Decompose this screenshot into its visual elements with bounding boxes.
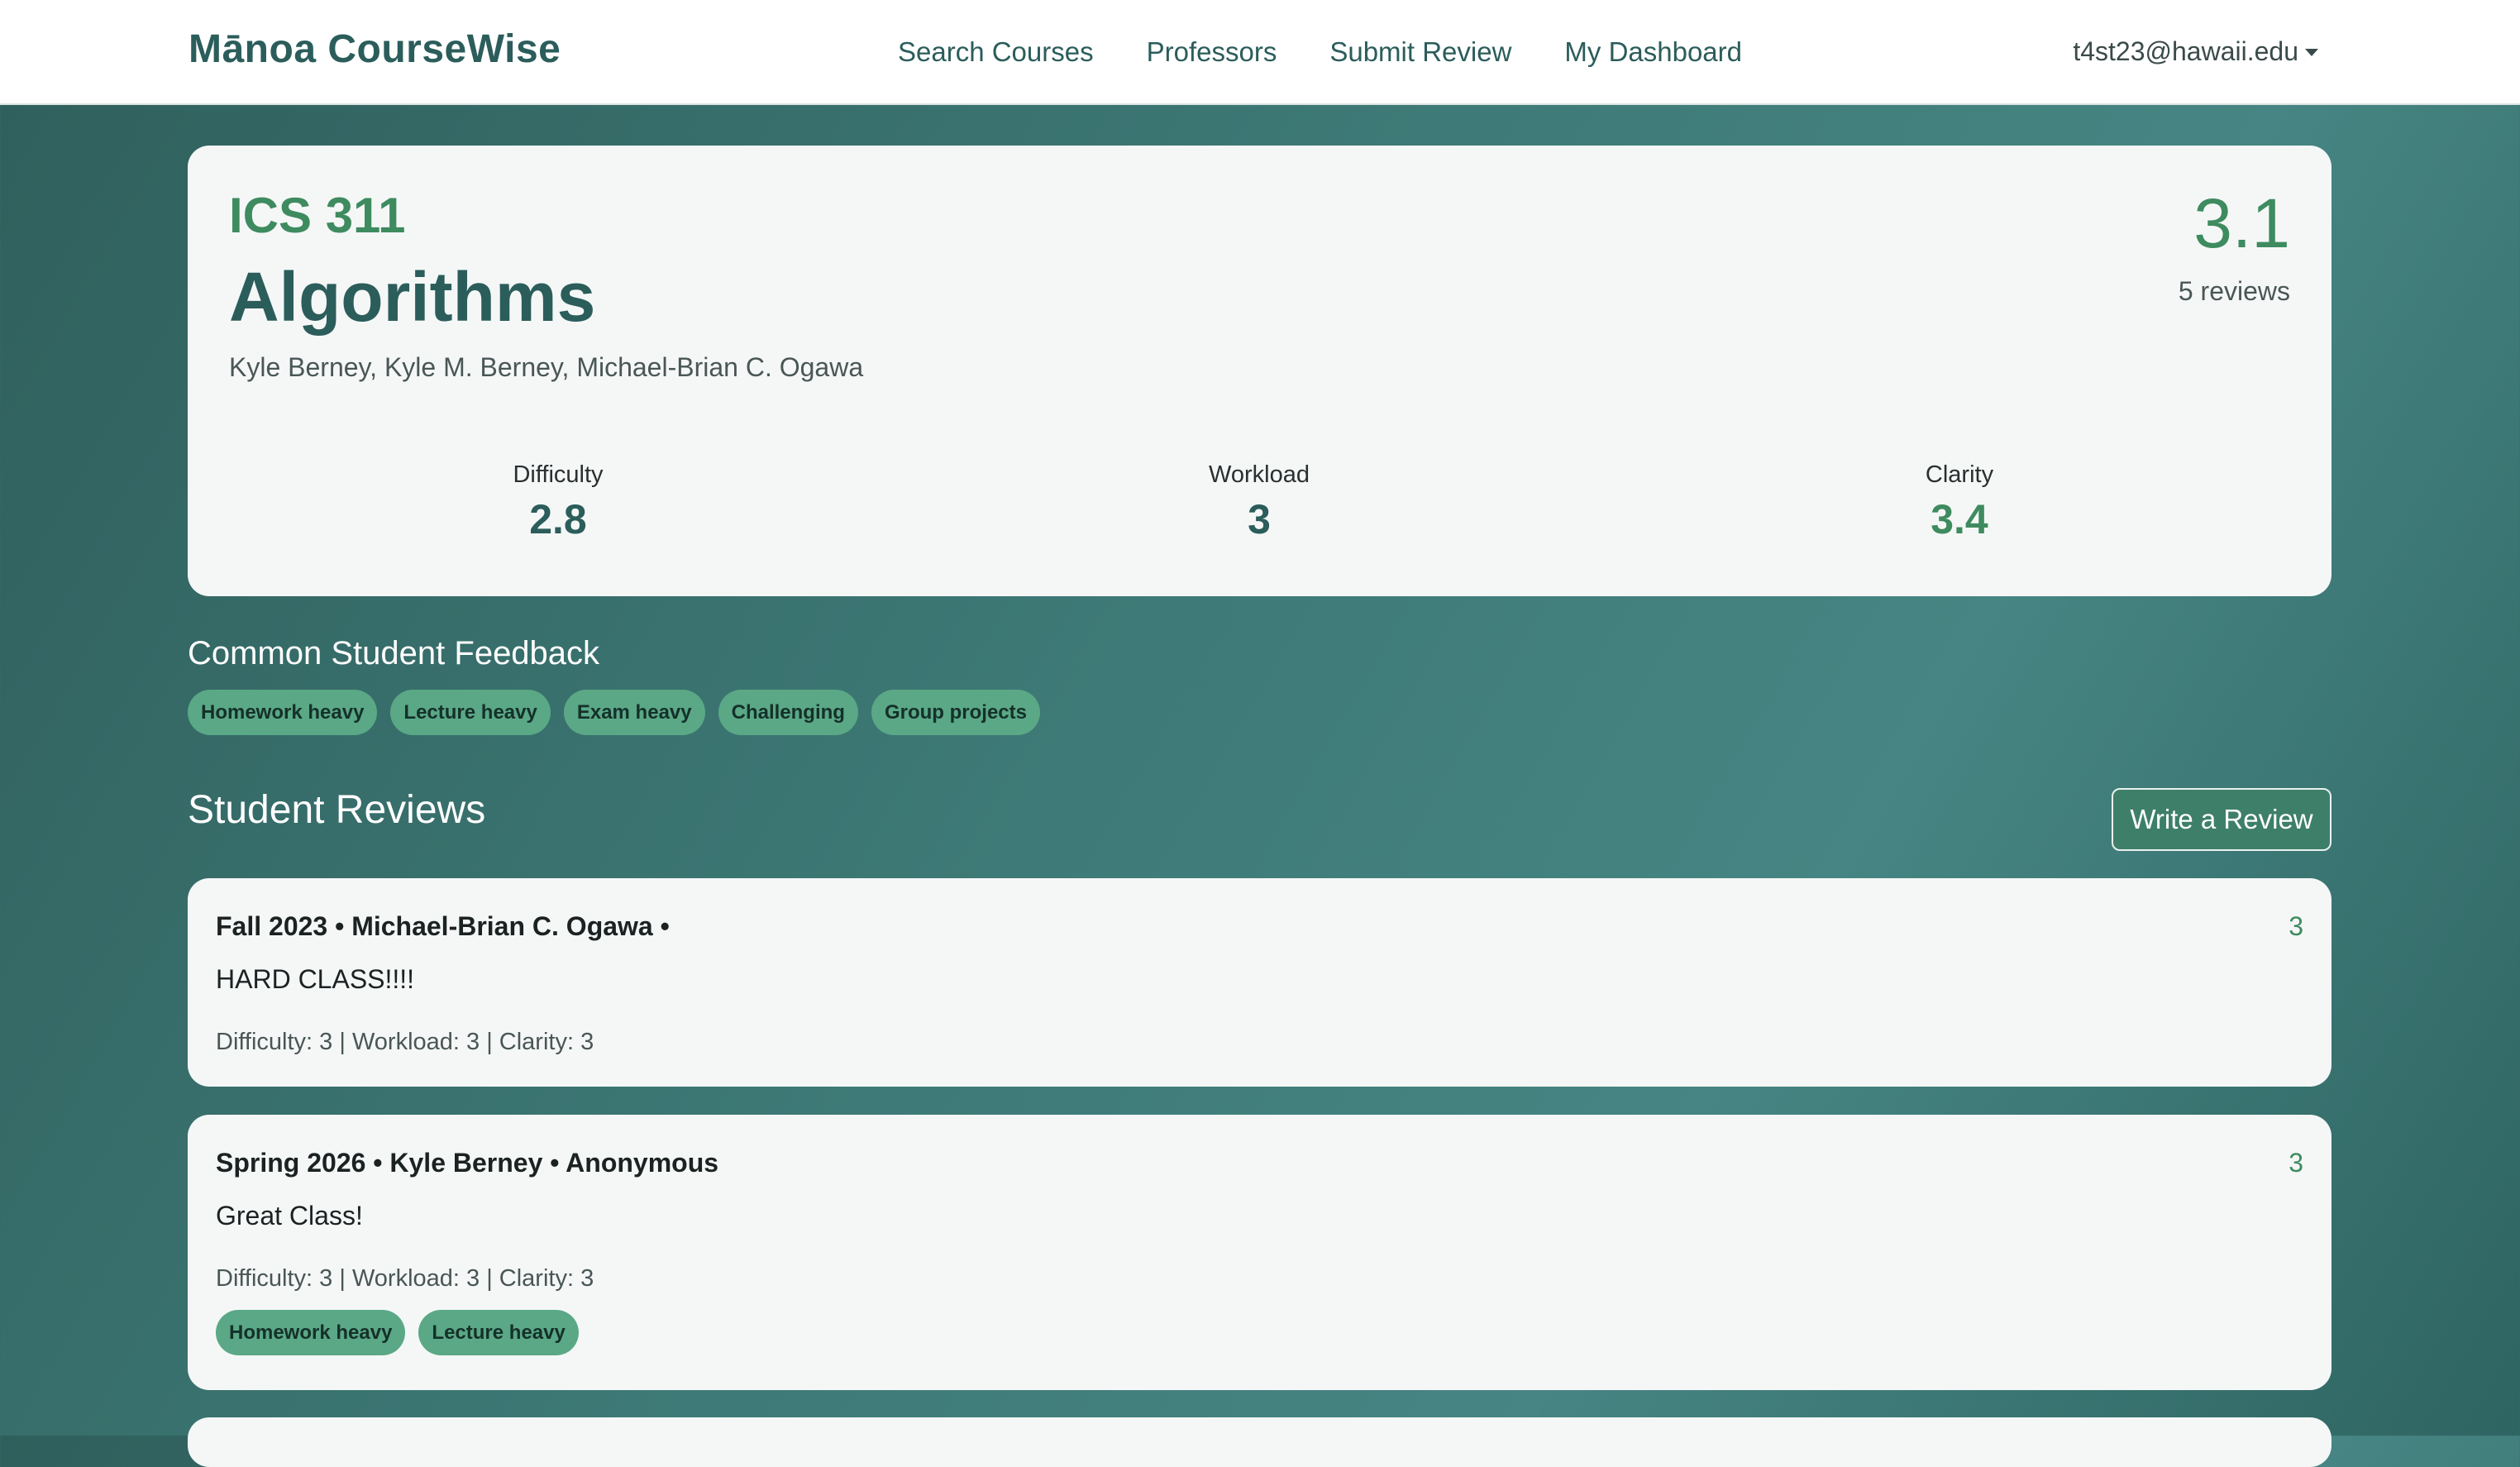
course-code: ICS 311 bbox=[229, 188, 406, 243]
review-tags: Homework heavy Lecture heavy bbox=[216, 1310, 579, 1355]
metric-workload: Workload 3 bbox=[1094, 461, 1425, 543]
nav-my-dashboard[interactable]: My Dashboard bbox=[1564, 36, 1742, 68]
brand-logo[interactable]: Mānoa CourseWise bbox=[189, 26, 561, 72]
feedback-tag: Homework heavy bbox=[216, 1310, 406, 1355]
feedback-tag: Lecture heavy bbox=[418, 1310, 579, 1355]
review-card: Spring 2026 • Kyle Berney • Anonymous 3 … bbox=[188, 1115, 2331, 1390]
navbar: Mānoa CourseWise Search Courses Professo… bbox=[0, 0, 2520, 105]
reviews-title: Student Reviews bbox=[188, 788, 486, 832]
user-email: t4st23@hawaii.edu bbox=[2073, 36, 2298, 66]
caret-down-icon bbox=[2305, 49, 2318, 56]
course-title: Algorithms bbox=[229, 258, 596, 336]
feedback-tag: Challenging bbox=[718, 690, 858, 735]
review-count: 5 reviews bbox=[2178, 276, 2290, 306]
feedback-tags: Homework heavy Lecture heavy Exam heavy Cha… bbox=[188, 690, 1040, 735]
nav-submit-review[interactable]: Submit Review bbox=[1329, 36, 1511, 68]
review-stats: Difficulty: 3 | Workload: 3 | Clarity: 3 bbox=[216, 1029, 594, 1055]
feedback-tag: Lecture heavy bbox=[390, 690, 551, 735]
feedback-tag: Homework heavy bbox=[188, 690, 378, 735]
nav-search-courses[interactable]: Search Courses bbox=[898, 36, 1094, 68]
metric-value: 3.4 bbox=[1931, 496, 1988, 542]
review-text: Great Class! bbox=[216, 1201, 363, 1230]
metric-value: 3 bbox=[1248, 496, 1271, 542]
review-text: HARD CLASS!!!! bbox=[216, 964, 415, 994]
overall-rating: 3.1 bbox=[2193, 184, 2290, 262]
metric-clarity: Clarity 3.4 bbox=[1794, 461, 2125, 543]
metric-difficulty: Difficulty 2.8 bbox=[393, 461, 723, 543]
user-menu-dropdown[interactable]: t4st23@hawaii.edu bbox=[2073, 36, 2318, 67]
course-professors: Kyle Berney, Kyle M. Berney, Michael-Bri… bbox=[229, 352, 864, 382]
metric-label: Difficulty bbox=[513, 461, 604, 488]
metric-label: Clarity bbox=[1925, 461, 1994, 488]
review-card: Fall 2023 • Michael-Brian C. Ogawa • 3 H… bbox=[188, 878, 2331, 1087]
nav-professors[interactable]: Professors bbox=[1147, 36, 1277, 68]
feedback-tag: Exam heavy bbox=[563, 690, 705, 735]
review-stats: Difficulty: 3 | Workload: 3 | Clarity: 3 bbox=[216, 1265, 594, 1292]
metric-label: Workload bbox=[1209, 461, 1310, 488]
feedback-tag: Group projects bbox=[871, 690, 1040, 735]
metric-value: 2.8 bbox=[529, 496, 587, 542]
course-metrics: Difficulty 2.8 Workload 3 Clarity 3.4 bbox=[188, 461, 2331, 561]
review-header: Spring 2026 • Kyle Berney • Anonymous bbox=[216, 1148, 719, 1178]
review-rating: 3 bbox=[2289, 1148, 2303, 1178]
review-card bbox=[188, 1417, 2331, 1467]
overall-rating-block: 3.1 5 reviews bbox=[2179, 189, 2290, 307]
course-summary-card: ICS 311 Algorithms Kyle Berney, Kyle M. … bbox=[188, 146, 2331, 596]
write-review-button[interactable]: Write a Review bbox=[2112, 788, 2331, 851]
review-header: Fall 2023 • Michael-Brian C. Ogawa • bbox=[216, 911, 670, 941]
feedback-title: Common Student Feedback bbox=[188, 635, 600, 671]
review-rating: 3 bbox=[2289, 911, 2303, 941]
nav-links: Search Courses Professors Submit Review … bbox=[898, 36, 1742, 68]
